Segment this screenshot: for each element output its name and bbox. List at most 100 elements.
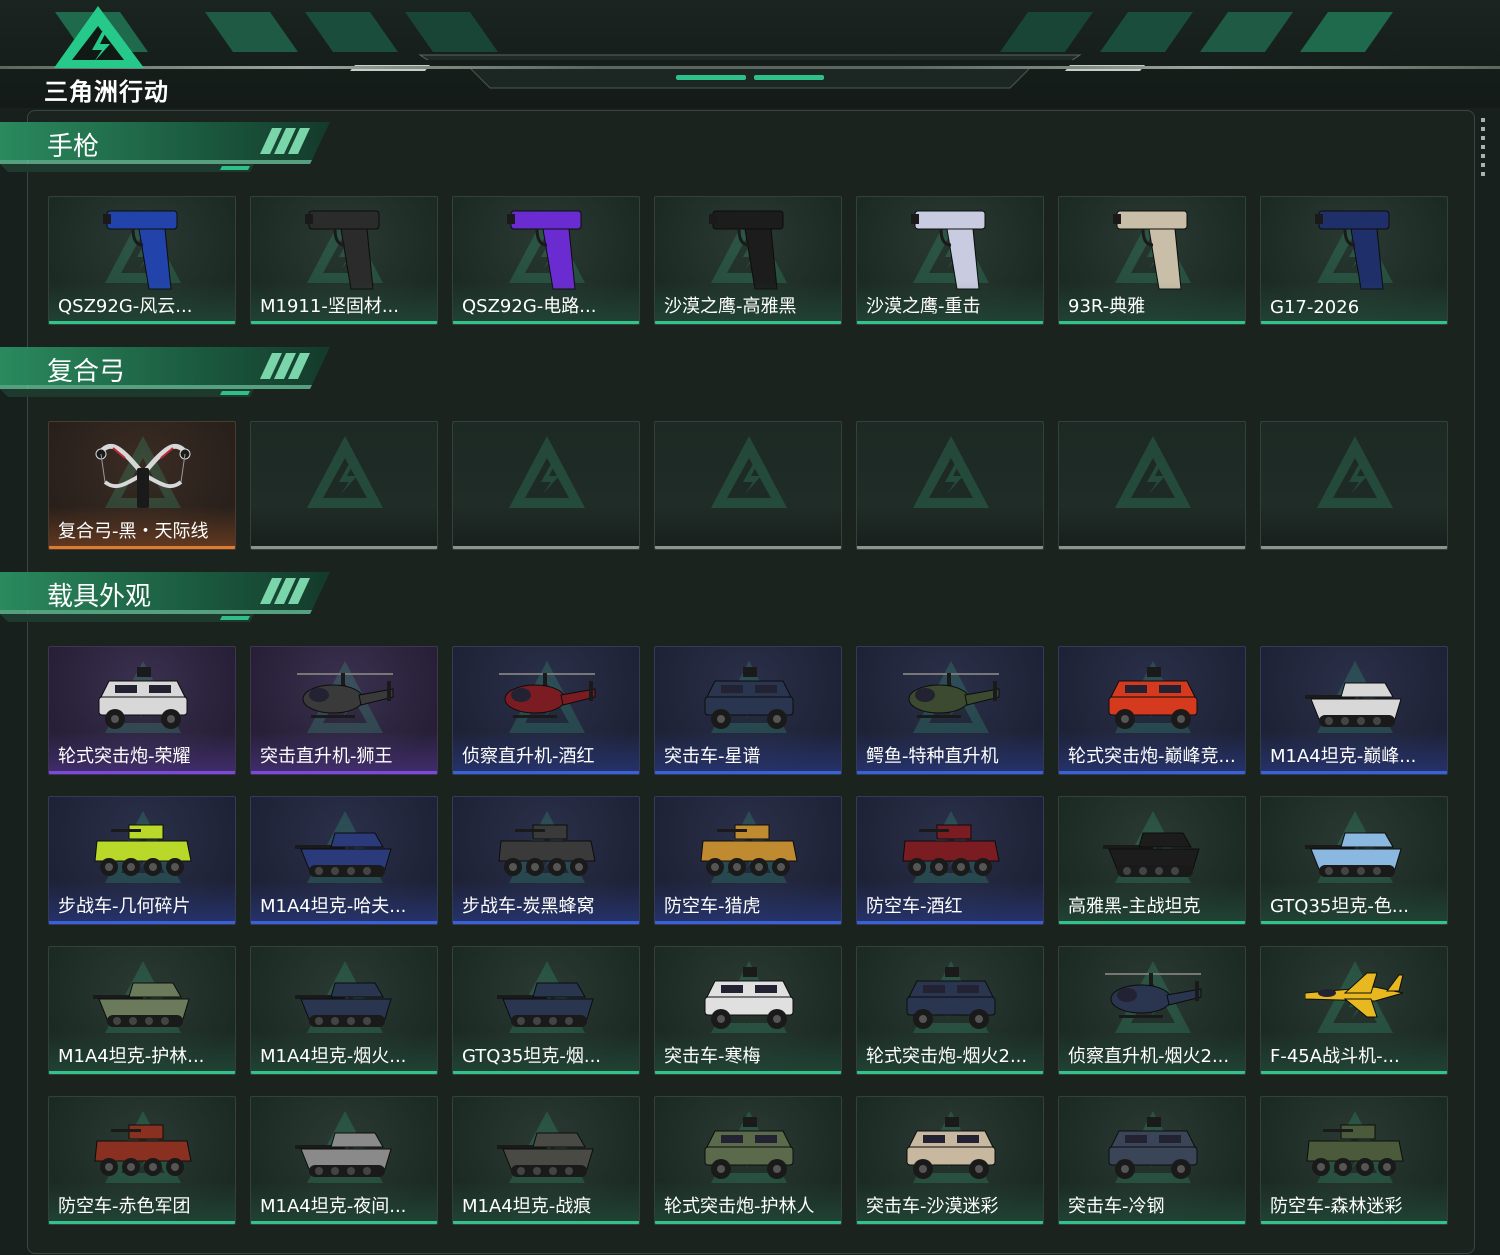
section-title: 复合弓 xyxy=(47,357,126,387)
item-name: M1A4坦克-夜间... xyxy=(260,1196,407,1217)
item-name: GTQ35坦克-色... xyxy=(1270,896,1410,917)
rarity-bar xyxy=(251,1071,437,1074)
rarity-bar xyxy=(49,546,235,549)
item-card[interactable]: M1A4坦克-巅峰... xyxy=(1260,646,1448,775)
rarity-bar xyxy=(453,921,639,924)
rarity-bar xyxy=(49,771,235,774)
item-name: 防空车-猎虎 xyxy=(664,896,761,917)
rarity-bar xyxy=(453,321,639,324)
item-name: 轮式突击炮-烟火2... xyxy=(866,1046,1028,1067)
item-card[interactable]: G17-2026 xyxy=(1260,196,1448,325)
item-name: 侦察直升机-烟火2... xyxy=(1068,1046,1230,1067)
item-card[interactable]: GTQ35坦克-色... xyxy=(1260,796,1448,925)
item-card[interactable]: F-45A战斗机-... xyxy=(1260,946,1448,1075)
item-name: 突击车-沙漠迷彩 xyxy=(866,1196,999,1217)
item-name: M1A4坦克-烟火... xyxy=(260,1046,407,1067)
empty-slot[interactable] xyxy=(1260,421,1448,550)
item-card[interactable]: 防空车-森林迷彩 xyxy=(1260,1096,1448,1225)
rarity-bar xyxy=(1261,321,1447,324)
item-card[interactable]: 沙漠之鹰-高雅黑 xyxy=(654,196,842,325)
item-card[interactable]: 轮式突击炮-护林人 xyxy=(654,1096,842,1225)
rarity-bar xyxy=(1261,921,1447,924)
empty-slot[interactable] xyxy=(856,421,1044,550)
header-center-bar xyxy=(350,65,1145,89)
rarity-bar xyxy=(251,921,437,924)
item-card[interactable]: 93R-典雅 xyxy=(1058,196,1246,325)
rarity-bar xyxy=(655,546,841,549)
item-card[interactable]: 突击车-冷钢 xyxy=(1058,1096,1246,1225)
rarity-bar xyxy=(49,921,235,924)
empty-slot[interactable] xyxy=(452,421,640,550)
rarity-bar xyxy=(857,1071,1043,1074)
logo-text: 三角洲行动 xyxy=(44,78,169,106)
item-card[interactable]: M1911-坚固材... xyxy=(250,196,438,325)
item-card[interactable]: 高雅黑-主战坦克 xyxy=(1058,796,1246,925)
item-card[interactable]: 步战车-炭黑蜂窝 xyxy=(452,796,640,925)
item-card[interactable]: 轮式突击炮-巅峰竞... xyxy=(1058,646,1246,775)
item-card[interactable]: 步战车-几何碎片 xyxy=(48,796,236,925)
item-name: 轮式突击炮-巅峰竞... xyxy=(1068,746,1236,767)
item-card[interactable]: 突击车-寒梅 xyxy=(654,946,842,1075)
rarity-bar xyxy=(1059,771,1245,774)
item-card[interactable]: 突击车-星谱 xyxy=(654,646,842,775)
rarity-bar xyxy=(1261,771,1447,774)
rarity-bar xyxy=(655,1071,841,1074)
item-card[interactable]: M1A4坦克-护林... xyxy=(48,946,236,1075)
item-card[interactable]: M1A4坦克-战痕 xyxy=(452,1096,640,1225)
item-name: 突击车-寒梅 xyxy=(664,1046,761,1067)
rarity-bar xyxy=(655,1221,841,1224)
item-name: GTQ35坦克-烟... xyxy=(462,1046,602,1067)
rarity-bar xyxy=(251,546,437,549)
item-card[interactable]: M1A4坦克-夜间... xyxy=(250,1096,438,1225)
item-card[interactable]: 侦察直升机-酒红 xyxy=(452,646,640,775)
empty-slot[interactable] xyxy=(1058,421,1246,550)
item-card[interactable]: 防空车-赤色军团 xyxy=(48,1096,236,1225)
header-divider xyxy=(0,66,1500,69)
item-name: 突击直升机-狮王 xyxy=(260,746,393,767)
item-card[interactable]: M1A4坦克-烟火... xyxy=(250,946,438,1075)
item-card[interactable]: 防空车-猎虎 xyxy=(654,796,842,925)
item-card[interactable]: 鳄鱼-特种直升机 xyxy=(856,646,1044,775)
item-card[interactable]: 突击车-沙漠迷彩 xyxy=(856,1096,1044,1225)
item-card[interactable]: 轮式突击炮-烟火2... xyxy=(856,946,1044,1075)
rarity-glow xyxy=(453,506,639,546)
top-header: 三角洲行动 xyxy=(0,0,1500,108)
rarity-glow xyxy=(857,506,1043,546)
item-card[interactable]: 复合弓-黑・天际线 xyxy=(48,421,236,550)
item-name: 侦察直升机-酒红 xyxy=(462,746,595,767)
item-card[interactable]: M1A4坦克-哈夫... xyxy=(250,796,438,925)
rarity-bar xyxy=(1261,1221,1447,1224)
item-card[interactable]: GTQ35坦克-烟... xyxy=(452,946,640,1075)
item-card[interactable]: 轮式突击炮-荣耀 xyxy=(48,646,236,775)
item-name: QSZ92G-电路... xyxy=(462,296,597,317)
item-card[interactable]: 突击直升机-狮王 xyxy=(250,646,438,775)
section-header-pistols: 手枪 xyxy=(0,120,340,176)
item-name: 突击车-星谱 xyxy=(664,746,761,767)
item-name: 轮式突击炮-护林人 xyxy=(664,1196,815,1217)
item-name: 鳄鱼-特种直升机 xyxy=(866,746,999,767)
item-card[interactable]: 沙漠之鹰-重击 xyxy=(856,196,1044,325)
scroll-indicator[interactable] xyxy=(1481,118,1485,178)
rarity-bar xyxy=(857,921,1043,924)
item-name: 防空车-赤色军团 xyxy=(58,1196,191,1217)
rarity-bar xyxy=(655,771,841,774)
item-card[interactable]: QSZ92G-风云... xyxy=(48,196,236,325)
header-decoration xyxy=(55,12,1393,60)
empty-slot[interactable] xyxy=(654,421,842,550)
empty-slot[interactable] xyxy=(250,421,438,550)
item-card[interactable]: 侦察直升机-烟火2... xyxy=(1058,946,1246,1075)
rarity-glow xyxy=(1261,506,1447,546)
rarity-bar xyxy=(49,1221,235,1224)
rarity-glow xyxy=(655,506,841,546)
item-name: F-45A战斗机-... xyxy=(1270,1046,1400,1067)
rarity-bar xyxy=(453,1071,639,1074)
item-card[interactable]: 防空车-酒红 xyxy=(856,796,1044,925)
rarity-bar xyxy=(857,546,1043,549)
rarity-bar xyxy=(857,1221,1043,1224)
rarity-bar xyxy=(1261,1071,1447,1074)
rarity-bar xyxy=(655,321,841,324)
item-name: M1A4坦克-战痕 xyxy=(462,1196,592,1217)
item-card[interactable]: QSZ92G-电路... xyxy=(452,196,640,325)
section-title: 载具外观 xyxy=(47,582,152,612)
rarity-bar xyxy=(1059,1071,1245,1074)
